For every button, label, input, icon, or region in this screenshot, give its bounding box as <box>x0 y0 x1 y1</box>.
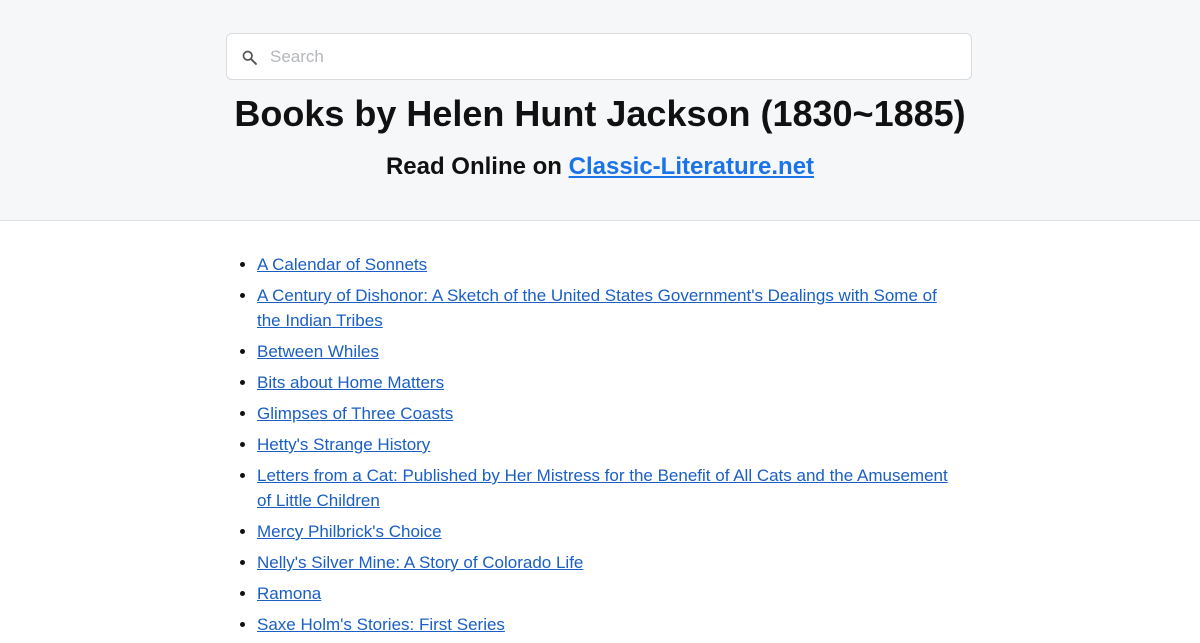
site-link[interactable]: Classic-Literature.net <box>569 153 814 180</box>
list-item: Saxe Holm's Stories: First Series <box>257 612 957 637</box>
list-item: Hetty's Strange History <box>257 432 957 457</box>
book-link[interactable]: Mercy Philbrick's Choice <box>257 522 442 541</box>
book-link[interactable]: Glimpses of Three Coasts <box>257 404 453 423</box>
book-link[interactable]: Letters from a Cat: Published by Her Mis… <box>257 466 948 510</box>
list-item: Between Whiles <box>257 339 957 364</box>
page-header: Books by Helen Hunt Jackson (1830~1885) … <box>0 0 1200 221</box>
list-item: Mercy Philbrick's Choice <box>257 519 957 544</box>
book-link[interactable]: Hetty's Strange History <box>257 435 430 454</box>
list-item: A Calendar of Sonnets <box>257 252 957 277</box>
list-item: A Century of Dishonor: A Sketch of the U… <box>257 283 957 333</box>
book-link[interactable]: Nelly's Silver Mine: A Story of Colorado… <box>257 553 583 572</box>
search-input[interactable] <box>270 34 960 79</box>
book-link[interactable]: Ramona <box>257 584 321 603</box>
list-item: Ramona <box>257 581 957 606</box>
list-item: Letters from a Cat: Published by Her Mis… <box>257 463 957 513</box>
list-item: Glimpses of Three Coasts <box>257 401 957 426</box>
book-link[interactable]: A Calendar of Sonnets <box>257 255 427 274</box>
book-list: A Calendar of Sonnets A Century of Dishon… <box>257 252 957 643</box>
list-item: Bits about Home Matters <box>257 370 957 395</box>
subtitle: Read Online on Classic-Literature.net <box>0 151 1200 183</box>
subtitle-prefix: Read Online on <box>385 153 569 180</box>
book-link[interactable]: Bits about Home Matters <box>257 373 444 392</box>
book-link[interactable]: A Century of Dishonor: A Sketch of the U… <box>257 286 937 330</box>
book-link[interactable]: Saxe Holm's Stories: First Series <box>257 615 505 634</box>
search-icon <box>242 50 257 65</box>
book-link[interactable]: Between Whiles <box>257 342 379 361</box>
search-box[interactable] <box>226 33 972 80</box>
page-title: Books by Helen Hunt Jackson (1830~1885) <box>234 93 966 134</box>
list-item: Nelly's Silver Mine: A Story of Colorado… <box>257 550 957 575</box>
